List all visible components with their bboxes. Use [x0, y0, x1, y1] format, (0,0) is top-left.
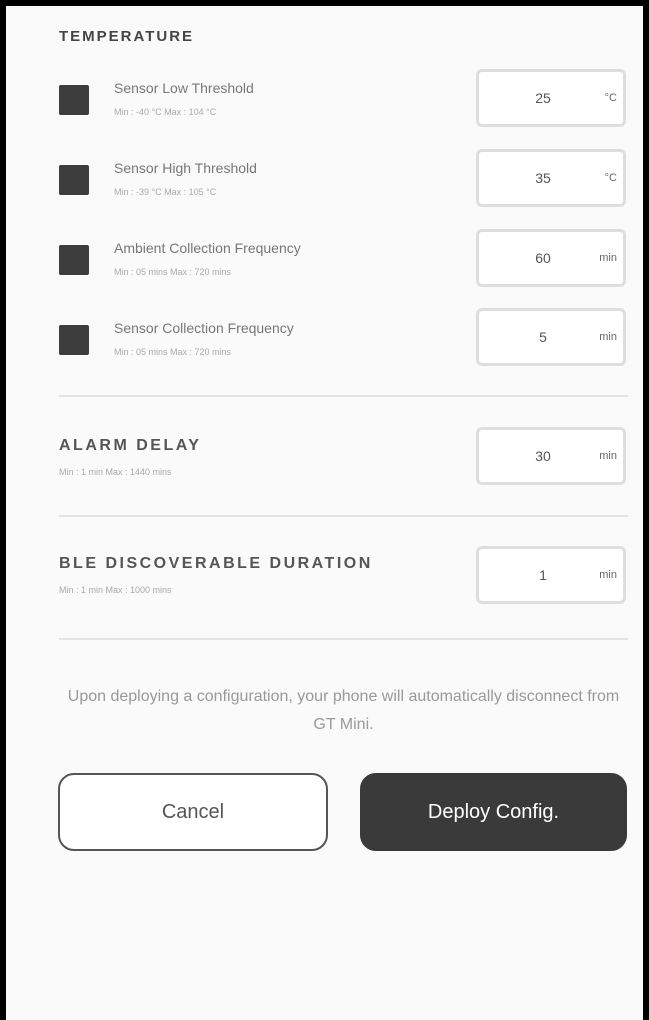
sensor-collection-frequency-checkbox[interactable] [59, 325, 89, 355]
field-value: 30 [535, 448, 551, 464]
sensor-high-threshold-input[interactable]: 35 °C [476, 149, 626, 207]
setting-range: Min : -39 °C Max : 105 °C [114, 187, 217, 197]
setting-range: Min : -40 °C Max : 104 °C [114, 107, 217, 117]
field-unit: min [599, 331, 617, 343]
field-value: 25 [535, 90, 551, 106]
divider [59, 515, 628, 517]
alarm-delay-input[interactable]: 30 min [476, 427, 626, 485]
setting-label: Sensor Low Threshold [114, 80, 254, 96]
field-unit: min [599, 450, 617, 462]
alarm-delay-range: Min : 1 min Max : 1440 mins [59, 467, 172, 477]
field-unit: min [599, 569, 617, 581]
sensor-collection-frequency-input[interactable]: 5 min [476, 308, 626, 366]
settings-screen: TEMPERATURE Sensor Low Threshold Min : -… [0, 0, 649, 1020]
sensor-high-threshold-checkbox[interactable] [59, 165, 89, 195]
setting-row-sensor-collection-frequency: Sensor Collection Frequency Min : 05 min… [6, 308, 649, 372]
field-unit: min [599, 252, 617, 264]
setting-row-ambient-collection-frequency: Ambient Collection Frequency Min : 05 mi… [6, 228, 649, 292]
ble-discoverable-duration-input[interactable]: 1 min [476, 546, 626, 604]
setting-row-sensor-high-threshold: Sensor High Threshold Min : -39 °C Max :… [6, 148, 649, 212]
field-value: 1 [539, 567, 547, 583]
field-value: 35 [535, 170, 551, 186]
alarm-delay-label: ALARM DELAY [59, 437, 202, 454]
field-unit: °C [604, 172, 617, 184]
setting-row-sensor-low-threshold: Sensor Low Threshold Min : -40 °C Max : … [6, 68, 649, 132]
divider [59, 395, 628, 397]
disconnect-notice: Upon deploying a configuration, your pho… [67, 688, 620, 733]
ble-discoverable-duration-range: Min : 1 min Max : 1000 mins [59, 585, 172, 595]
field-value: 5 [539, 329, 547, 345]
setting-label: Ambient Collection Frequency [114, 240, 301, 256]
divider [59, 638, 628, 640]
ambient-collection-frequency-checkbox[interactable] [59, 245, 89, 275]
field-unit: °C [604, 92, 617, 104]
ble-discoverable-duration-label: BLE DISCOVERABLE DURATION [59, 555, 373, 572]
field-value: 60 [535, 250, 551, 266]
setting-range: Min : 05 mins Max : 720 mins [114, 267, 232, 277]
setting-label: Sensor High Threshold [114, 160, 257, 176]
sensor-low-threshold-checkbox[interactable] [59, 85, 89, 115]
ambient-collection-frequency-input[interactable]: 60 min [476, 229, 626, 287]
sensor-low-threshold-input[interactable]: 25 °C [476, 69, 626, 127]
setting-range: Min : 05 mins Max : 720 mins [114, 347, 232, 357]
section-title-temperature: TEMPERATURE [59, 28, 195, 45]
deploy-config-button[interactable]: Deploy Config. [360, 773, 627, 851]
setting-label: Sensor Collection Frequency [114, 320, 294, 336]
cancel-button[interactable]: Cancel [58, 773, 328, 851]
